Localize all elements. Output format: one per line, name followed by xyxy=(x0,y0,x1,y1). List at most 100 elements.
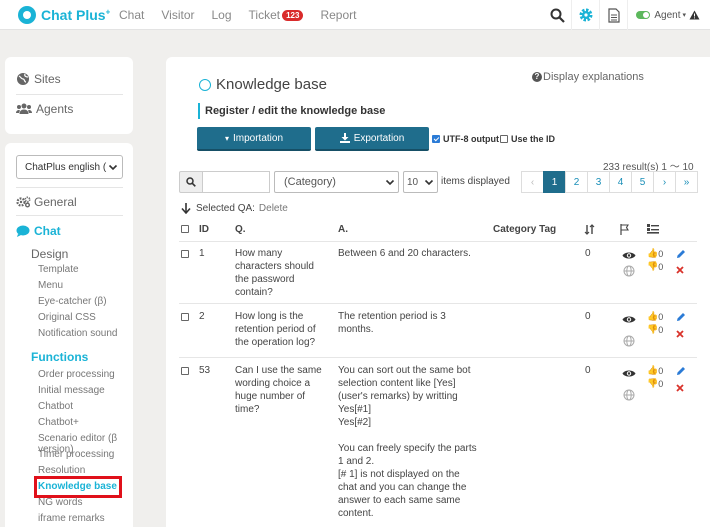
gears-icon xyxy=(16,196,31,208)
select-all-checkbox[interactable] xyxy=(181,225,192,236)
sidebar-item-eye-catcher[interactable]: Eye-catcher (β) xyxy=(38,296,107,307)
pager-next[interactable]: › xyxy=(653,171,676,193)
thumbs-up-count[interactable]: 👍 0 xyxy=(647,365,663,376)
answer-blank-line xyxy=(338,429,488,442)
list-settings-icon[interactable] xyxy=(647,224,659,238)
col-header-question[interactable]: Q. xyxy=(235,224,246,235)
top-bar: Chat Plus+ Chat Visitor Log Ticket 123 R… xyxy=(0,0,710,30)
nav-chat[interactable]: Chat xyxy=(119,8,144,22)
display-explanations-link[interactable]: ? Display explanations xyxy=(532,71,644,83)
section-subtitle: Register / edit the knowledge base xyxy=(198,103,385,119)
sidebar-item-knowledge-base[interactable]: Knowledge base xyxy=(38,481,117,492)
document-icon[interactable] xyxy=(599,0,627,30)
search-icon[interactable] xyxy=(543,0,571,30)
warning-icon xyxy=(689,10,700,20)
delete-selected-link[interactable]: Delete xyxy=(259,203,288,214)
sidebar-chat-label: Chat xyxy=(34,224,61,238)
exportation-button[interactable]: Exportation xyxy=(315,127,429,151)
sidebar-item-iframe-remarks[interactable]: iframe remarks xyxy=(38,513,105,524)
importation-button[interactable]: ▾ Importation xyxy=(197,127,311,151)
sidebar-item-notification-sound[interactable]: Notification sound xyxy=(38,328,118,339)
sidebar-item-ng-words[interactable]: NG words xyxy=(38,497,82,508)
delete-x-icon[interactable] xyxy=(676,265,684,277)
nav-log[interactable]: Log xyxy=(211,8,231,22)
globe-icon[interactable] xyxy=(623,389,635,404)
utf8-output-checkbox[interactable]: UTF-8 output xyxy=(432,134,499,144)
sort-order-icon[interactable] xyxy=(584,224,595,238)
sidebar-item-menu[interactable]: Menu xyxy=(38,280,63,291)
sidebar-item-order-processing[interactable]: Order processing xyxy=(38,369,115,380)
search-button[interactable] xyxy=(179,171,203,193)
sidebar-sites-label: Sites xyxy=(34,72,61,86)
sidebar-item-chat[interactable]: Chat xyxy=(16,224,61,238)
pager-page-1[interactable]: 1 xyxy=(543,171,566,193)
row-checkbox[interactable] xyxy=(181,312,192,325)
sidebar-item-agents[interactable]: Agents xyxy=(16,102,73,116)
pager-page-2[interactable]: 2 xyxy=(565,171,588,193)
sidebar-item-timer-processing[interactable]: Timer processing xyxy=(38,449,114,460)
globe-icon[interactable] xyxy=(623,335,635,350)
row-question[interactable]: Can I use the same wording choice a huge… xyxy=(235,364,331,416)
chevron-down-icon xyxy=(108,164,118,171)
col-header-category-tag[interactable]: Category Tag xyxy=(493,224,556,235)
edit-pencil-icon[interactable] xyxy=(676,366,686,379)
answer-line: Yes[#2] xyxy=(338,417,371,428)
sidebar-item-chatbot-plus[interactable]: Chatbot+ xyxy=(38,417,79,428)
sidebar-item-chatbot[interactable]: Chatbot xyxy=(38,401,73,412)
row-checkbox[interactable] xyxy=(181,249,192,262)
sidebar-item-original-css[interactable]: Original CSS xyxy=(38,312,96,323)
thumbs-down-count[interactable]: 👎 0 xyxy=(647,261,663,272)
row-checkbox[interactable] xyxy=(181,366,192,379)
sidebar-item-general[interactable]: General xyxy=(16,195,77,209)
row-question[interactable]: How many characters should the password … xyxy=(235,247,331,299)
checkbox-icon xyxy=(181,313,189,321)
items-per-page-select[interactable]: 10 xyxy=(403,171,438,193)
nav-ticket[interactable]: Ticket 123 xyxy=(249,8,304,22)
search-input[interactable] xyxy=(203,171,270,193)
pager-prev[interactable]: ‹ xyxy=(521,171,544,193)
question-line: characters should xyxy=(235,261,314,272)
brand-sup: + xyxy=(105,7,111,17)
nav-report[interactable]: Report xyxy=(320,8,356,22)
sidebar-item-template[interactable]: Template xyxy=(38,264,79,275)
thumbs-down-count[interactable]: 👎 0 xyxy=(647,324,663,335)
delete-x-icon[interactable] xyxy=(676,383,684,395)
globe-icon xyxy=(17,73,29,85)
col-header-id[interactable]: ID xyxy=(199,224,209,235)
edit-pencil-icon[interactable] xyxy=(676,249,686,262)
thumbs-down-count[interactable]: 👎 0 xyxy=(647,378,663,389)
pager-page-4[interactable]: 4 xyxy=(609,171,632,193)
pager-page-5[interactable]: 5 xyxy=(631,171,654,193)
pager-last[interactable]: » xyxy=(675,171,698,193)
eye-icon[interactable] xyxy=(622,369,636,381)
site-select[interactable]: ChatPlus english ( xyxy=(16,155,123,179)
delete-x-icon[interactable] xyxy=(676,329,684,341)
thumbs-up-count[interactable]: 👍 0 xyxy=(647,248,663,259)
answer-line: You can freely specify the parts xyxy=(338,443,477,454)
nav-visitor[interactable]: Visitor xyxy=(161,8,194,22)
gear-icon[interactable] xyxy=(571,0,599,30)
globe-icon[interactable] xyxy=(623,265,635,280)
thumbs-down-icon: 👎 xyxy=(647,261,659,271)
sidebar-item-sites[interactable]: Sites xyxy=(16,72,61,86)
thumbs-up-count[interactable]: 👍 0 xyxy=(647,311,663,322)
category-select[interactable]: (Category) xyxy=(274,171,399,193)
importation-label: Importation xyxy=(232,132,284,144)
pager-page-3[interactable]: 3 xyxy=(587,171,610,193)
agent-status-toggle[interactable]: Agent ▾ xyxy=(627,0,710,30)
col-header-answer[interactable]: A. xyxy=(338,224,348,235)
flag-icon[interactable] xyxy=(620,224,630,238)
answer-line: You can sort out the same bot xyxy=(338,365,471,376)
eye-icon[interactable] xyxy=(622,315,636,327)
sidebar-item-initial-message[interactable]: Initial message xyxy=(38,385,105,396)
row-question[interactable]: How long is the retention period of the … xyxy=(235,310,331,349)
utf8-label: UTF-8 output xyxy=(443,134,499,144)
edit-pencil-icon[interactable] xyxy=(676,312,686,325)
chatplus-logo[interactable]: Chat Plus+ xyxy=(18,6,110,24)
use-id-checkbox[interactable]: Use the ID xyxy=(500,134,555,144)
row-answer: You can sort out the same bot selection … xyxy=(338,364,488,520)
site-select-value: ChatPlus english ( xyxy=(25,161,107,173)
row-divider xyxy=(179,303,697,304)
eye-icon[interactable] xyxy=(622,251,636,263)
main-nav: Chat Visitor Log Ticket 123 Report xyxy=(119,0,373,30)
